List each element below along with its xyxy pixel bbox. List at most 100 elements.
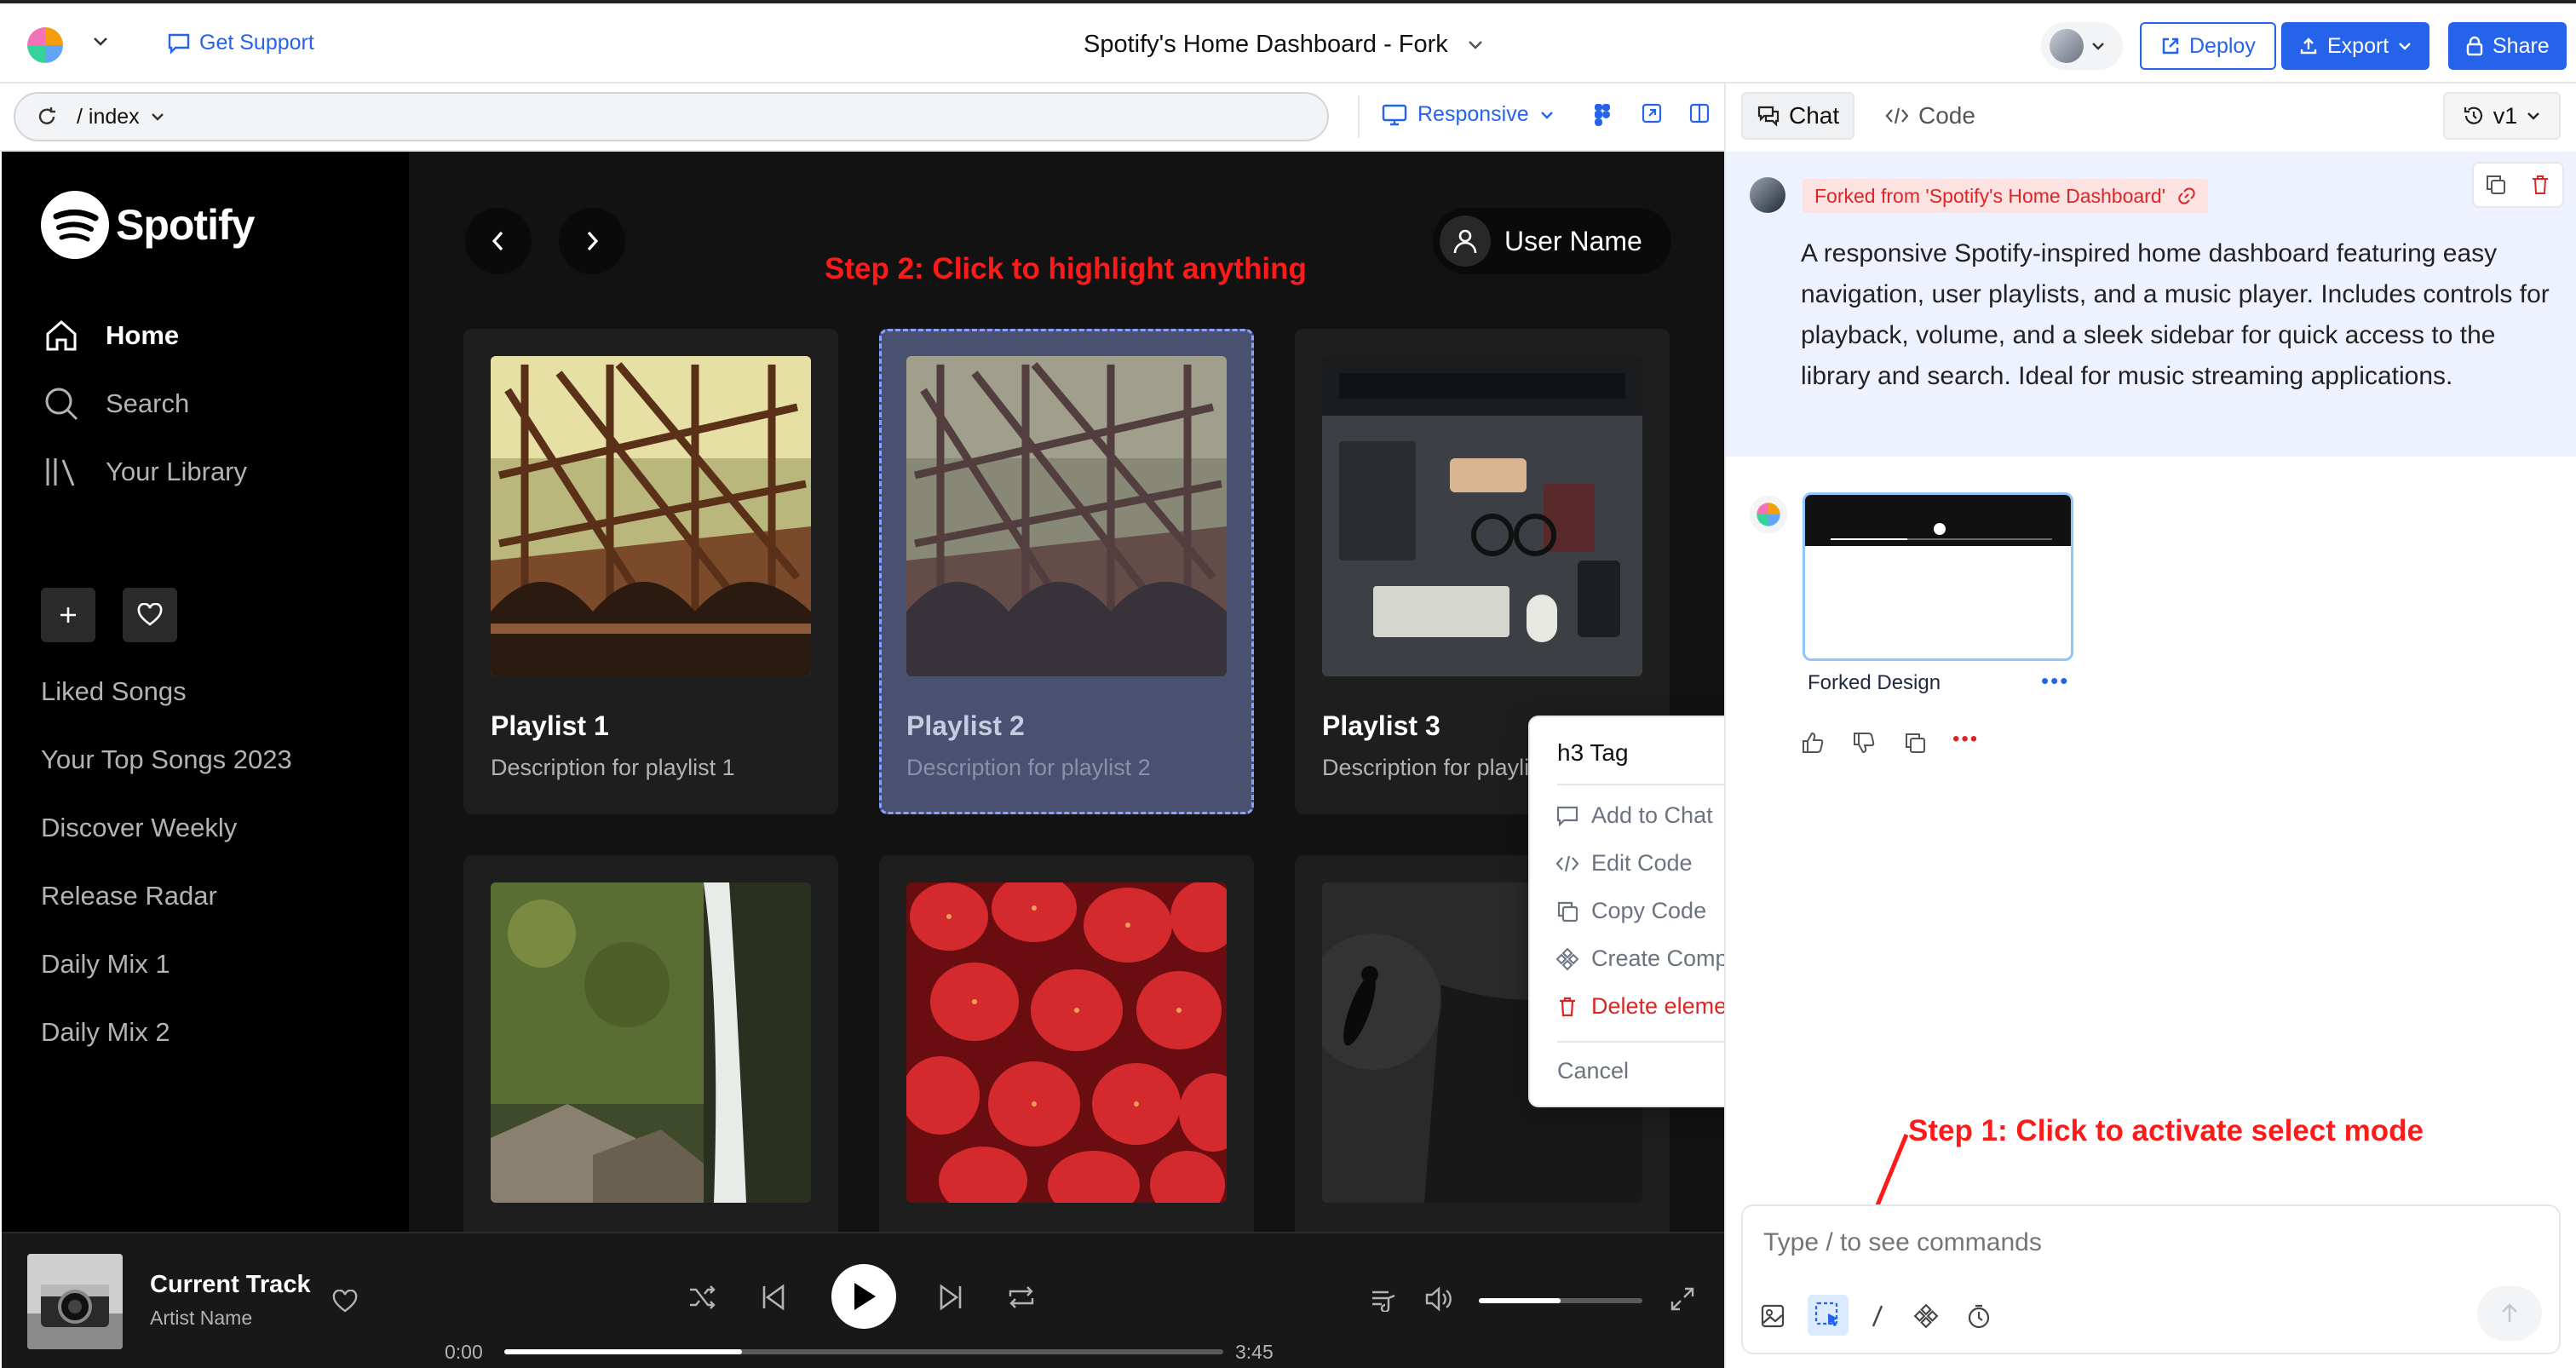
document-title[interactable]: Spotify's Home Dashboard - Fork bbox=[1084, 31, 1484, 59]
user-name: User Name bbox=[1504, 225, 1642, 256]
context-create-component[interactable]: Create Component bbox=[1555, 946, 1724, 972]
sidebar-playlist-liked-songs[interactable]: Liked Songs bbox=[41, 676, 187, 707]
chevron-down-icon[interactable] bbox=[92, 36, 109, 48]
nav-search-label: Search bbox=[106, 388, 190, 418]
playlist-description: Description for playlist 2 bbox=[906, 755, 1151, 780]
chat-input[interactable] bbox=[1763, 1228, 2445, 1257]
playlist-title: Playlist 1 bbox=[491, 710, 609, 741]
element-context-menu: h3 Tag Add to Chat Edit Code Copy Code C… bbox=[1528, 716, 1724, 1107]
liked-songs-button[interactable] bbox=[123, 588, 177, 642]
get-support-link[interactable]: Get Support bbox=[167, 31, 314, 55]
sidebar-playlist-daily-mix-2[interactable]: Daily Mix 2 bbox=[41, 1017, 170, 1048]
play-button[interactable] bbox=[831, 1264, 896, 1329]
playlist-card-selected[interactable]: Playlist 2 Description for playlist 2 bbox=[879, 329, 1254, 814]
responsive-label: Responsive bbox=[1417, 102, 1529, 126]
context-cancel[interactable]: Cancel bbox=[1557, 1058, 1629, 1084]
thumbs-up-icon[interactable] bbox=[1801, 731, 1825, 755]
responsive-toggle[interactable]: Responsive bbox=[1382, 102, 1555, 127]
chevron-down-icon bbox=[1468, 40, 1482, 49]
volume-slider[interactable] bbox=[1479, 1298, 1642, 1303]
tab-code[interactable]: Code bbox=[1871, 92, 1989, 140]
version-selector[interactable]: v1 bbox=[2443, 92, 2561, 140]
spotify-sidebar: Spotify Home Search Your Library Liked S… bbox=[2, 152, 409, 1232]
version-label: v1 bbox=[2493, 102, 2518, 129]
current-track-title: Current Track bbox=[150, 1271, 311, 1298]
nav-search[interactable]: Search bbox=[43, 385, 189, 422]
tab-code-label: Code bbox=[1918, 102, 1975, 129]
user-menu-button[interactable] bbox=[2041, 22, 2123, 70]
back-button[interactable] bbox=[465, 208, 532, 274]
user-icon bbox=[1440, 216, 1491, 267]
context-menu-header: h3 Tag bbox=[1557, 739, 1629, 766]
timer-icon[interactable] bbox=[1966, 1303, 1992, 1329]
fullscreen-icon[interactable] bbox=[1670, 1286, 1695, 1312]
queue-icon[interactable] bbox=[1370, 1288, 1397, 1312]
trash-icon[interactable] bbox=[2529, 174, 2551, 196]
open-external-icon[interactable] bbox=[1641, 102, 1663, 124]
context-menu-divider bbox=[1557, 1041, 1724, 1043]
get-support-label: Get Support bbox=[199, 31, 314, 55]
component-icon[interactable] bbox=[1913, 1303, 1939, 1329]
slash-command-icon[interactable] bbox=[1867, 1303, 1888, 1329]
more-options-icon[interactable]: ••• bbox=[1952, 727, 1979, 751]
external-link-icon bbox=[2162, 37, 2179, 55]
thumbnail-player-strip bbox=[1805, 495, 2071, 546]
repeat-icon[interactable] bbox=[1007, 1285, 1036, 1310]
progress-fill bbox=[504, 1349, 742, 1354]
progress-bar[interactable] bbox=[504, 1349, 1223, 1354]
chat-panel: Forked from 'Spotify's Home Dashboard' A… bbox=[1726, 152, 2576, 1368]
app-logo-icon[interactable] bbox=[26, 26, 65, 65]
add-playlist-button[interactable] bbox=[41, 588, 95, 642]
sidebar-playlist-top-songs[interactable]: Your Top Songs 2023 bbox=[41, 744, 292, 775]
export-button[interactable]: Export bbox=[2281, 22, 2430, 70]
play-icon bbox=[854, 1283, 876, 1310]
thumbs-down-icon[interactable] bbox=[1852, 731, 1876, 755]
chevron-down-icon bbox=[2399, 43, 2412, 50]
sidebar-playlist-daily-mix-1[interactable]: Daily Mix 1 bbox=[41, 949, 170, 980]
playlist-cover-image bbox=[906, 356, 1227, 676]
chat-composer bbox=[1741, 1204, 2561, 1354]
annotation-step-1: Step 1: Click to activate select mode bbox=[1908, 1114, 2424, 1147]
sidebar-playlist-release-radar[interactable]: Release Radar bbox=[41, 881, 217, 911]
context-delete-element[interactable]: Delete element bbox=[1555, 993, 1724, 1020]
time-current: 0:00 bbox=[445, 1341, 483, 1363]
image-upload-icon[interactable] bbox=[1760, 1303, 1785, 1329]
previous-track-icon[interactable] bbox=[760, 1283, 787, 1312]
heart-icon bbox=[137, 603, 163, 626]
split-view-icon[interactable] bbox=[1688, 102, 1711, 124]
fork-source-tag[interactable]: Forked from 'Spotify's Home Dashboard' bbox=[1803, 179, 2209, 213]
user-menu[interactable]: User Name bbox=[1433, 208, 1671, 274]
design-preview-thumbnail[interactable] bbox=[1803, 492, 2073, 661]
nav-library-label: Your Library bbox=[106, 457, 248, 486]
figma-icon[interactable] bbox=[1593, 102, 1612, 128]
upload-icon bbox=[2300, 37, 2317, 55]
tab-chat[interactable]: Chat bbox=[1741, 92, 1855, 140]
shuffle-icon[interactable] bbox=[688, 1285, 717, 1310]
share-button[interactable]: Share bbox=[2448, 22, 2567, 70]
send-button[interactable] bbox=[2477, 1286, 2542, 1341]
select-mode-icon[interactable] bbox=[1808, 1295, 1849, 1336]
sidebar-playlist-discover-weekly[interactable]: Discover Weekly bbox=[41, 813, 237, 843]
design-more-icon[interactable]: ••• bbox=[2041, 668, 2069, 694]
music-player: Current Track Artist Name 0:00 3:45 bbox=[2, 1232, 1724, 1368]
like-track-icon[interactable] bbox=[332, 1290, 358, 1313]
copy-icon[interactable] bbox=[1903, 731, 1927, 755]
context-copy-code[interactable]: Copy Code bbox=[1555, 898, 1706, 924]
playlist-title[interactable]: Playlist 2 bbox=[906, 710, 1025, 742]
component-icon bbox=[1555, 947, 1579, 970]
nav-home[interactable]: Home bbox=[43, 317, 179, 354]
fork-source-label: Forked from 'Spotify's Home Dashboard' bbox=[1814, 184, 2166, 207]
volume-icon[interactable] bbox=[1424, 1286, 1453, 1312]
copy-icon bbox=[1557, 901, 1578, 922]
spotify-logo[interactable]: Spotify bbox=[41, 191, 255, 259]
forward-button[interactable] bbox=[559, 208, 625, 274]
url-bar[interactable]: / index bbox=[14, 92, 1329, 141]
copy-icon[interactable] bbox=[2485, 174, 2507, 196]
context-add-to-chat[interactable]: Add to Chat bbox=[1555, 802, 1713, 829]
chevron-down-icon bbox=[2527, 112, 2540, 120]
context-edit-code[interactable]: Edit Code bbox=[1555, 850, 1693, 877]
nav-library[interactable]: Your Library bbox=[43, 453, 247, 491]
next-track-icon[interactable] bbox=[937, 1283, 964, 1312]
playlist-card[interactable]: Playlist 1 Description for playlist 1 bbox=[463, 329, 838, 814]
deploy-button[interactable]: Deploy bbox=[2140, 22, 2276, 70]
